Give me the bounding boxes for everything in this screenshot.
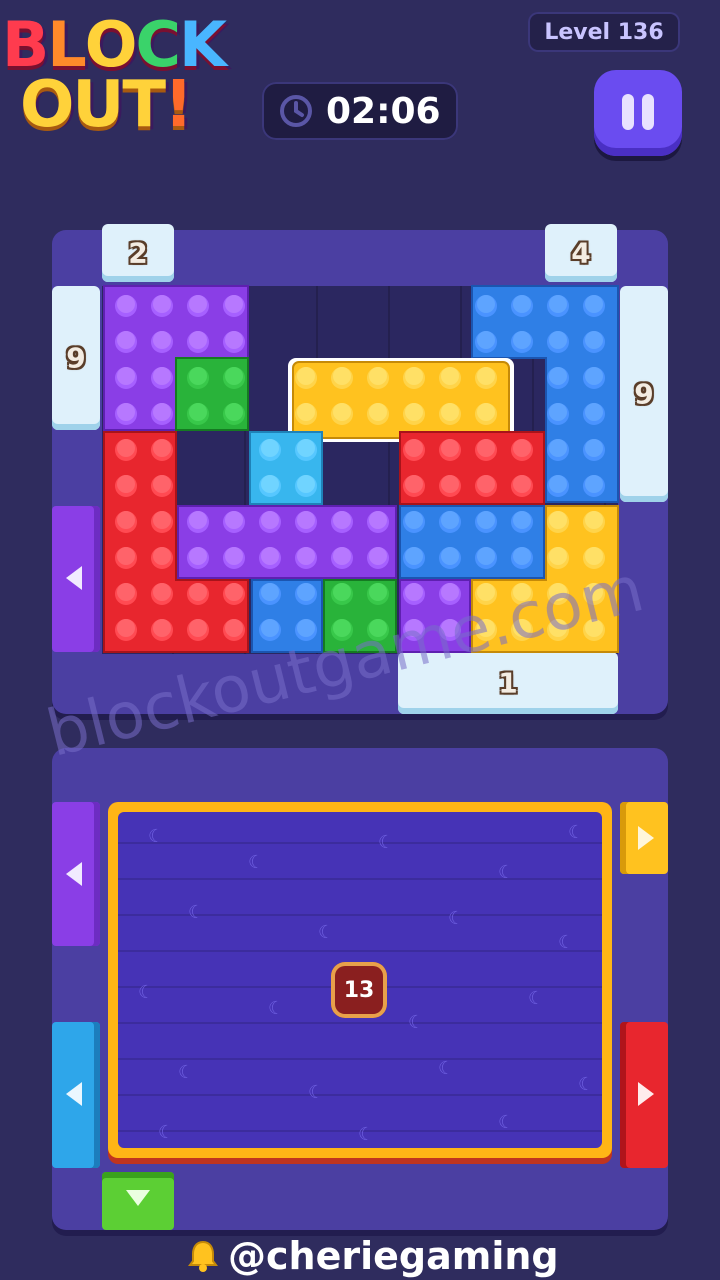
left-gate-lightblue[interactable] <box>52 1022 100 1168</box>
bottom-gate-green[interactable] <box>102 1172 174 1230</box>
arrow-right-icon <box>638 826 654 850</box>
lego-block-purple[interactable] <box>177 505 397 579</box>
lego-block-blue[interactable] <box>399 505 545 579</box>
lego-block-green[interactable] <box>175 357 249 431</box>
lego-block-yellow-selected[interactable] <box>288 358 514 442</box>
creator-handle: @cheriegaming <box>228 1234 559 1278</box>
creator-credit: @cheriegaming <box>186 1232 559 1280</box>
arrow-left-icon <box>66 862 82 886</box>
right-gate-yellow[interactable] <box>620 802 668 874</box>
left-gate-purple[interactable] <box>52 802 100 946</box>
right-gate-red[interactable] <box>620 1022 668 1168</box>
bell-icon <box>188 1240 218 1272</box>
arrow-down-icon <box>126 1190 150 1206</box>
remaining-blocks-counter: 13 <box>331 962 387 1018</box>
arrow-left-icon <box>66 1082 82 1106</box>
lego-block-red[interactable] <box>399 431 545 505</box>
lego-block-lightblue[interactable] <box>249 431 323 505</box>
arrow-right-icon <box>638 1082 654 1106</box>
